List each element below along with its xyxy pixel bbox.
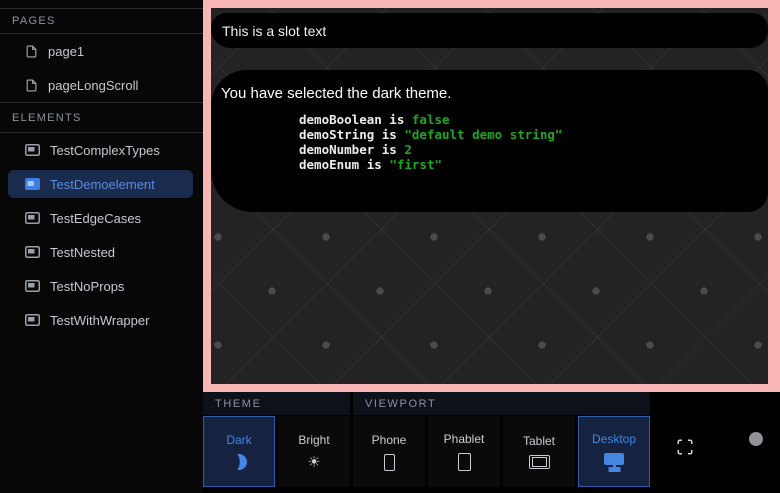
sidebar-item-label: TestComplexTypes [50, 143, 160, 158]
sidebar-item-TestEdgeCases[interactable]: TestEdgeCases [0, 201, 203, 235]
preview-canvas: This is a slot text You have selected th… [211, 8, 768, 384]
element-icon [25, 246, 40, 258]
sidebar-section-header-elements: ELEMENTS [0, 102, 203, 133]
button-label: Dark [226, 433, 251, 447]
preview-frame: This is a slot text You have selected th… [203, 0, 780, 392]
sidebar-top-spacer [0, 0, 203, 8]
element-icon [25, 280, 40, 292]
phablet-icon [458, 453, 471, 471]
code-value: "first" [389, 157, 442, 172]
code-text: demoBoolean is [299, 112, 412, 127]
tablet-button[interactable]: Tablet [503, 416, 575, 487]
sidebar-item-page1[interactable]: page1 [0, 34, 203, 68]
element-icon [25, 144, 40, 156]
code-text: demoEnum is [299, 157, 389, 172]
desktop-icon [604, 453, 624, 471]
toolbar-section-label: VIEWPORT [353, 392, 650, 415]
tablet-icon [529, 455, 550, 469]
sidebar-item-TestNoProps[interactable]: TestNoProps [0, 269, 203, 303]
sidebar-item-label: TestWithWrapper [50, 313, 149, 328]
sidebar-item-label: TestEdgeCases [50, 211, 141, 226]
sidebar-item-label: TestDemoelement [50, 177, 155, 192]
code-line: demoEnum is "first" [299, 157, 752, 172]
sidebar-section-header-pages: PAGES [0, 8, 203, 34]
code-value: false [412, 112, 450, 127]
toolbar-button-row: Dark Bright ☀ [203, 416, 350, 487]
sidebar-item-TestWithWrapper[interactable]: TestWithWrapper [0, 303, 203, 337]
sidebar-item-TestNested[interactable]: TestNested [0, 235, 203, 269]
demo-heading: You have selected the dark theme. [221, 85, 752, 102]
sidebar-content: PAGES page1 pageLongScroll ELEMENTS TestComp… [0, 8, 203, 337]
status-dot-icon [749, 432, 763, 446]
bright-button[interactable]: Bright ☀ [278, 416, 350, 487]
phablet-button[interactable]: Phablet [428, 416, 500, 487]
phone-icon [384, 454, 395, 471]
slot-text-bar: This is a slot text [211, 13, 768, 48]
toolbar-section-theme: THEME Dark Bright ☀ [203, 392, 350, 487]
page-icon [25, 78, 38, 93]
button-label: Desktop [592, 432, 636, 446]
button-label: Phone [372, 433, 407, 447]
page-icon [25, 44, 38, 59]
sidebar-item-label: TestNested [50, 245, 115, 260]
fullscreen-icon [676, 438, 694, 456]
demo-element-card: You have selected the dark theme. demoBo… [211, 70, 768, 212]
bottom-toolbar: THEME Dark Bright ☀ VIEWPORT Phone Phablet Tabl… [203, 392, 780, 493]
code-line: demoString is "default demo string" [299, 127, 752, 142]
sidebar-item-TestDemoelement[interactable]: TestDemoelement [8, 170, 193, 198]
sidebar-item-label: pageLongScroll [48, 78, 138, 93]
sidebar-item-TestComplexTypes[interactable]: TestComplexTypes [0, 133, 203, 167]
code-value: "default demo string" [404, 127, 562, 142]
code-line: demoBoolean is false [299, 112, 752, 127]
toolbar-section-viewport: VIEWPORT Phone Phablet Tablet Desktop [353, 392, 650, 487]
code-text: demoString is [299, 127, 404, 142]
sun-icon: ☀ [307, 454, 320, 470]
slot-text: This is a slot text [222, 23, 326, 39]
element-icon [25, 178, 40, 190]
demo-code-block: demoBoolean is falsedemoString is "defau… [221, 112, 752, 172]
code-value: 2 [404, 142, 412, 157]
element-icon [25, 212, 40, 224]
element-icon [25, 314, 40, 326]
button-label: Phablet [444, 432, 485, 446]
toolbar-section-label: THEME [203, 392, 350, 415]
moon-icon [231, 454, 247, 470]
fullscreen-button[interactable] [676, 438, 694, 456]
toolbar-button-row: Phone Phablet Tablet Desktop [353, 416, 650, 487]
code-text: demoNumber is [299, 142, 404, 157]
dark-button[interactable]: Dark [203, 416, 275, 487]
sidebar-item-label: TestNoProps [50, 279, 124, 294]
button-label: Bright [298, 433, 329, 447]
button-label: Tablet [523, 434, 555, 448]
sidebar-item-pageLongScroll[interactable]: pageLongScroll [0, 68, 203, 102]
phone-button[interactable]: Phone [353, 416, 425, 487]
sidebar-item-label: page1 [48, 44, 84, 59]
sidebar: PAGES page1 pageLongScroll ELEMENTS TestComp… [0, 0, 203, 493]
desktop-button[interactable]: Desktop [578, 416, 650, 487]
code-line: demoNumber is 2 [299, 142, 752, 157]
